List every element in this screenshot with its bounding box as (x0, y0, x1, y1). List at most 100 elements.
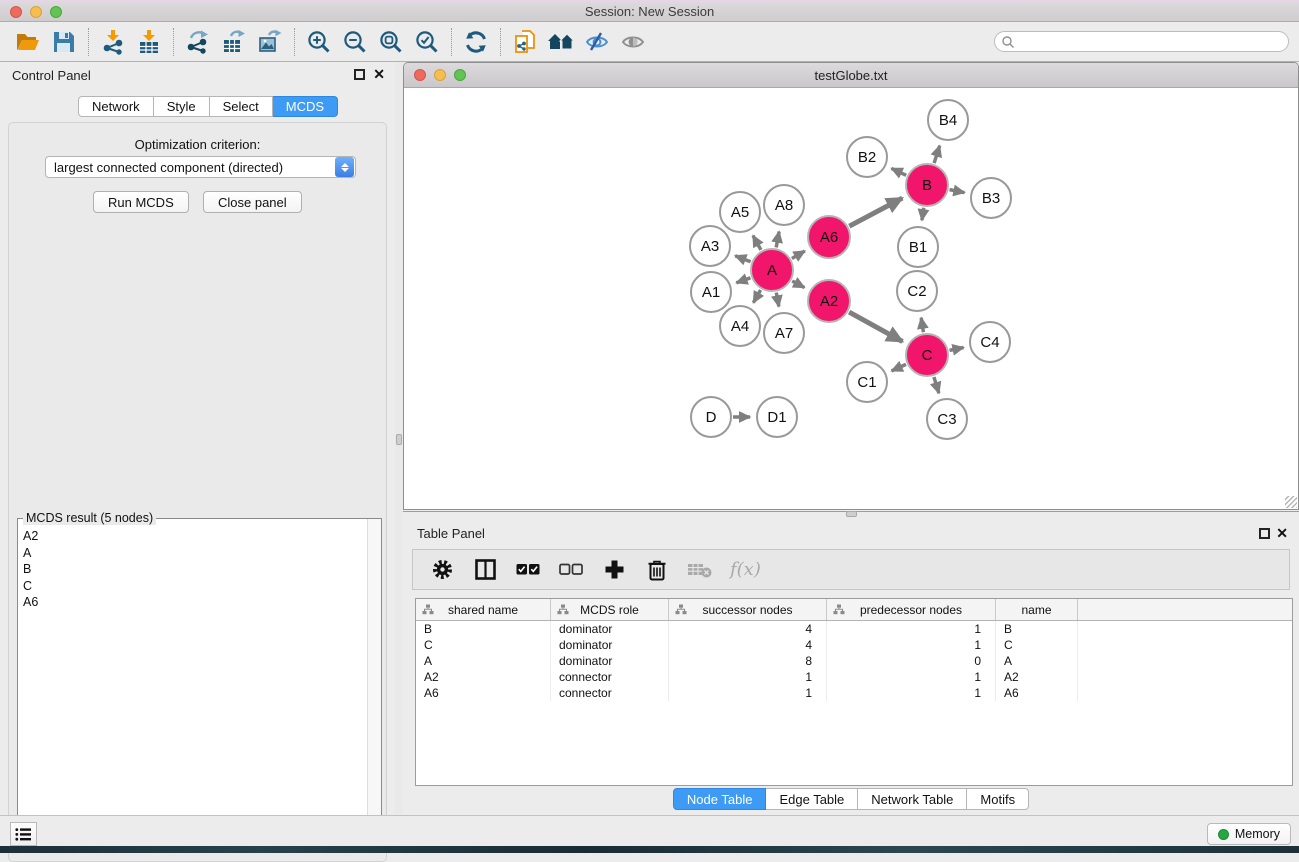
graph-node-A5[interactable]: A5 (720, 192, 760, 232)
graph-edge-A-A8[interactable] (776, 232, 779, 248)
tab-style[interactable]: Style (154, 96, 210, 117)
table-row[interactable]: A6connector11A6 (416, 685, 1292, 701)
graph-edge-A-A1[interactable] (736, 278, 750, 283)
tab-node-table[interactable]: Node Table (673, 788, 767, 810)
tab-network-table[interactable]: Network Table (858, 788, 967, 810)
table-row[interactable]: Bdominator41B (416, 621, 1292, 637)
zoom-in-icon[interactable] (301, 25, 337, 59)
graph-node-D[interactable]: D (691, 397, 731, 437)
graph-edge-B-B3[interactable] (950, 190, 965, 193)
gear-icon[interactable] (429, 557, 455, 583)
graph-edge-A-A2[interactable] (792, 281, 804, 288)
graph-node-D1[interactable]: D1 (757, 397, 797, 437)
select-all-checkboxes-icon[interactable] (515, 557, 541, 583)
graph-edge-B-B1[interactable] (922, 208, 924, 221)
home-icon[interactable] (543, 25, 579, 59)
graph-edge-A-A5[interactable] (753, 236, 761, 250)
mcds-result-item[interactable]: A6 (19, 594, 367, 611)
network-window-titlebar[interactable]: testGlobe.txt (404, 63, 1298, 88)
graph-edge-C-C4[interactable] (950, 348, 964, 351)
graph-node-A6[interactable]: A6 (808, 216, 850, 258)
graph-edge-C-C2[interactable] (921, 318, 923, 333)
graph-edge-A-A3[interactable] (735, 256, 750, 262)
tab-motifs[interactable]: Motifs (967, 788, 1029, 810)
graph-edge-A-A7[interactable] (776, 293, 779, 307)
zoom-out-icon[interactable] (337, 25, 373, 59)
graph-node-B2[interactable]: B2 (847, 137, 887, 177)
graph-edge-A-A4[interactable] (753, 290, 760, 303)
export-network-icon[interactable] (180, 25, 216, 59)
column-layout-icon[interactable] (472, 557, 498, 583)
column-header-name[interactable]: name (996, 599, 1078, 620)
table-row[interactable]: A2connector11A2 (416, 669, 1292, 685)
graph-node-A8[interactable]: A8 (764, 185, 804, 225)
duplicate-network-icon[interactable] (507, 25, 543, 59)
refresh-icon[interactable] (458, 25, 494, 59)
window-resize-grip[interactable] (1285, 496, 1297, 508)
graph-node-A3[interactable]: A3 (690, 226, 730, 266)
graph-edge-A6-B[interactable] (849, 198, 902, 226)
mcds-result-item[interactable]: C (19, 578, 367, 595)
export-table-icon[interactable] (216, 25, 252, 59)
search-field[interactable] (994, 31, 1289, 52)
save-icon[interactable] (46, 25, 82, 59)
tab-network[interactable]: Network (78, 96, 154, 117)
table-row[interactable]: Cdominator41C (416, 637, 1292, 653)
column-header-MCDS-role[interactable]: MCDS role (551, 599, 669, 620)
trash-icon[interactable] (644, 557, 670, 583)
import-network-icon[interactable] (95, 25, 131, 59)
graph-node-C3[interactable]: C3 (927, 399, 967, 439)
graph-node-A4[interactable]: A4 (720, 306, 760, 346)
mcds-result-item[interactable]: A (19, 545, 367, 562)
graph-edge-B-B4[interactable] (934, 146, 940, 163)
graph-node-B1[interactable]: B1 (898, 227, 938, 267)
graph-node-A1[interactable]: A1 (691, 272, 731, 312)
graph-node-B3[interactable]: B3 (971, 178, 1011, 218)
graph-edge-A2-C[interactable] (849, 312, 902, 341)
import-table-icon[interactable] (131, 25, 167, 59)
graph-node-B4[interactable]: B4 (928, 100, 968, 140)
tab-mcds[interactable]: MCDS (273, 96, 338, 117)
close-table-panel-icon[interactable]: ✕ (1276, 525, 1288, 541)
graph-node-C[interactable]: C (906, 334, 948, 376)
graph-node-A2[interactable]: A2 (808, 280, 850, 322)
deselect-all-checkboxes-icon[interactable] (558, 557, 584, 583)
graph-edge-C-C3[interactable] (934, 377, 939, 393)
export-image-icon[interactable] (252, 25, 288, 59)
criterion-dropdown[interactable]: largest connected component (directed) (45, 156, 356, 178)
graph-node-A7[interactable]: A7 (764, 313, 804, 353)
zoom-fit-icon[interactable] (373, 25, 409, 59)
zoom-selected-icon[interactable] (409, 25, 445, 59)
task-list-icon[interactable] (10, 822, 37, 846)
column-header-successor-nodes[interactable]: successor nodes (669, 599, 827, 620)
show-eye-icon[interactable] (615, 25, 651, 59)
graph-node-C2[interactable]: C2 (897, 271, 937, 311)
graph-edge-C-C1[interactable] (892, 364, 906, 371)
graph-node-A[interactable]: A (751, 249, 793, 291)
table-row[interactable]: Adominator80A (416, 653, 1292, 669)
graph-node-B[interactable]: B (906, 164, 948, 206)
memory-button[interactable]: Memory (1207, 823, 1291, 845)
run-mcds-button[interactable]: Run MCDS (93, 191, 189, 213)
float-panel-icon[interactable] (354, 69, 365, 80)
open-folder-icon[interactable] (10, 25, 46, 59)
network-canvas[interactable]: A A1 A2 A3 A4 A5 A6 A7 A8 B B1 B2 B3B4 C C1 C2 C3C4 D D1 (404, 88, 1298, 509)
close-panel-icon[interactable]: ✕ (373, 66, 385, 82)
delete-table-icon[interactable] (687, 557, 713, 583)
graph-edge-A-A6[interactable] (792, 251, 805, 259)
mcds-result-item[interactable]: B (19, 561, 367, 578)
tab-edge-table[interactable]: Edge Table (766, 788, 858, 810)
function-builder-icon[interactable]: f(x) (730, 559, 761, 580)
column-header-shared-name[interactable]: shared name (416, 599, 551, 620)
mcds-result-item[interactable]: A2 (19, 528, 367, 545)
search-input[interactable] (1015, 34, 1288, 50)
mcds-result-scrollbar[interactable] (367, 519, 381, 852)
close-panel-button[interactable]: Close panel (203, 191, 302, 213)
hide-panels-icon[interactable] (579, 25, 615, 59)
graph-node-C1[interactable]: C1 (847, 362, 887, 402)
column-header-predecessor-nodes[interactable]: predecessor nodes (827, 599, 996, 620)
tab-select[interactable]: Select (210, 96, 273, 117)
add-row-icon[interactable] (601, 557, 627, 583)
graph-node-C4[interactable]: C4 (970, 322, 1010, 362)
float-table-panel-icon[interactable] (1259, 528, 1270, 539)
